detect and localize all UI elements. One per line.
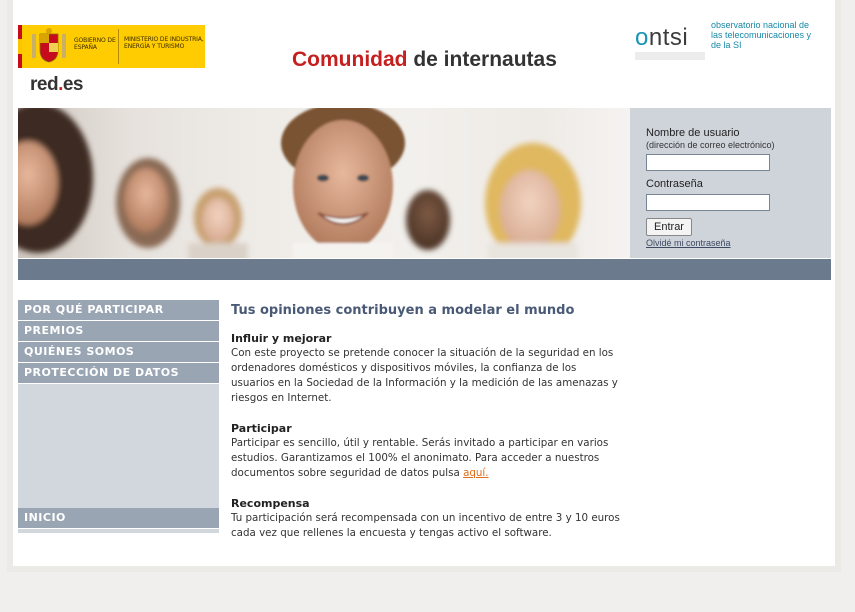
coat-of-arms-icon	[32, 28, 66, 63]
site-title-rest: de internautas	[413, 48, 557, 71]
site-title: Comunidad de internautas	[292, 48, 557, 72]
ontsi-reflection-icon	[635, 52, 705, 60]
site-title-highlight: Comunidad	[292, 48, 408, 71]
section-title-recompensa: Recompensa	[231, 497, 310, 510]
ontsi-rest: ntsi	[648, 24, 689, 51]
section-body-recompensa: Tu participación será recompensada con u…	[231, 512, 620, 539]
aqui-link[interactable]: aquí.	[463, 467, 489, 479]
redes-logo-rest: es	[62, 74, 84, 95]
nav-divider	[18, 528, 219, 529]
section-title-participar: Participar	[231, 422, 292, 435]
redes-logo-main: red	[30, 74, 59, 95]
login-panel: Nombre de usuario (dirección de correo e…	[630, 108, 831, 258]
section-body-participar: Participar es sencillo, útil y rentable.…	[231, 436, 623, 481]
sidebar-item-premios[interactable]: PREMIOS	[18, 321, 219, 341]
username-sublabel: (dirección de correo electrónico)	[646, 140, 775, 150]
sidebar-item-quienes-somos[interactable]: QUIÉNES SOMOS	[18, 342, 219, 362]
sidebar-item-por-que-participar[interactable]: POR QUÉ PARTICIPAR	[18, 300, 219, 320]
banner-stripe	[18, 259, 831, 280]
nav-divider	[18, 383, 219, 384]
banner-image	[18, 108, 630, 258]
ontsi-description: observatorio nacional de las telecomunic…	[711, 20, 812, 50]
forgot-password-link[interactable]: Olvidé mi contraseña	[646, 238, 731, 248]
sidebar-nav: POR QUÉ PARTICIPAR PREMIOS QUIÉNES SOMOS…	[18, 300, 219, 533]
flag-stripe	[18, 25, 22, 68]
password-input[interactable]	[646, 194, 770, 211]
login-submit-button[interactable]: Entrar	[646, 218, 692, 236]
redes-logo[interactable]: red.es	[30, 74, 84, 96]
gobierno-logo[interactable]: GOBIERNO DE ESPAÑA MINISTERIO DE INDUSTR…	[18, 25, 205, 68]
content-heading: Tus opiniones contribuyen a modelar el m…	[231, 303, 575, 318]
ontsi-o: o	[635, 24, 649, 51]
participar-text: Participar es sencillo, útil y rentable.…	[231, 437, 609, 479]
ontsi-wordmark: ontsi	[635, 24, 688, 52]
ministerio-text: MINISTERIO DE INDUSTRIA, ENERGÍA Y TURIS…	[124, 36, 204, 50]
section-body-influir: Con este proyecto se pretende conocer la…	[231, 347, 618, 404]
gobierno-text: GOBIERNO DE ESPAÑA	[74, 37, 116, 51]
sidebar-item-inicio[interactable]: INICIO	[18, 508, 219, 528]
logo-divider	[118, 29, 119, 64]
username-input[interactable]	[646, 154, 770, 171]
section-title-influir: Influir y mejorar	[231, 332, 332, 345]
password-label: Contraseña	[646, 178, 703, 190]
username-label: Nombre de usuario	[646, 127, 740, 139]
ontsi-logo[interactable]: ontsi observatorio nacional de las telec…	[635, 20, 825, 68]
people-photo-icon	[18, 108, 581, 258]
sidebar-item-proteccion-de-datos[interactable]: PROTECCIÓN DE DATOS	[18, 363, 219, 383]
